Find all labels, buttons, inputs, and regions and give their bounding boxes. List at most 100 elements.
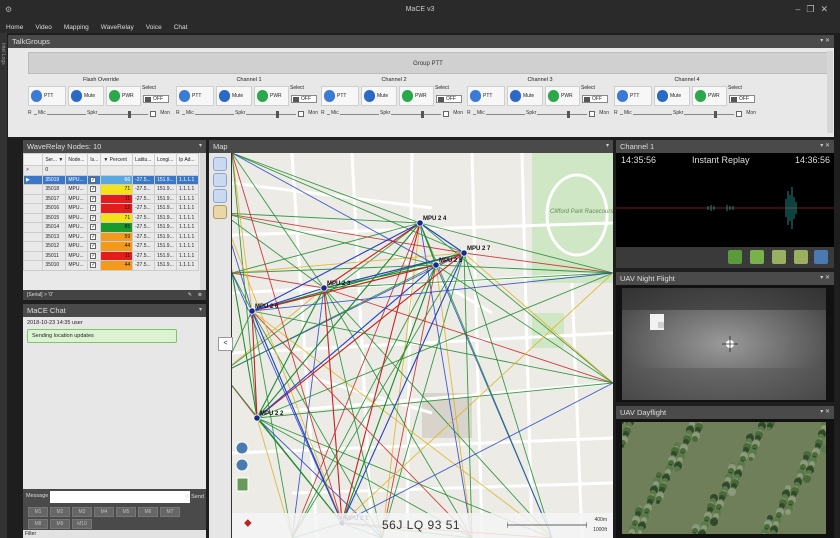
play-icon[interactable] [750, 250, 764, 264]
message-input[interactable] [50, 491, 190, 503]
filter-cell[interactable] [100, 165, 134, 176]
ptt-button[interactable]: PTT [321, 86, 359, 106]
power-button[interactable]: PWR [399, 86, 434, 106]
pin-close-icon[interactable]: ▾ ✕ [820, 140, 830, 153]
talkgroups-scrollbar[interactable] [827, 51, 833, 133]
menu-video[interactable]: Video [29, 22, 58, 33]
macro-button[interactable]: M9 [50, 519, 70, 529]
map-canvas[interactable]: Clifford Park Racecourse MPU 2 4 MPU 2 7 MP… [232, 153, 613, 538]
map-person-tool-icon[interactable] [213, 205, 227, 219]
table-row[interactable]: 35018 MPU... ✓ 71 -27.5... 151.9... 1.1.1.1 [22, 184, 199, 195]
table-row[interactable]: 35012 MPU... ✓ 44 -27.5... 151.9... 1.1.1.1 [22, 241, 199, 252]
volume-slider-thumb[interactable] [567, 111, 570, 118]
mon-checkbox[interactable] [736, 111, 742, 117]
column-header[interactable]: Longi... [154, 153, 178, 166]
restore-button[interactable]: ❐ [806, 4, 820, 14]
mute-button[interactable]: Mute [507, 86, 543, 106]
pin-icon[interactable]: ▾ [199, 304, 202, 317]
macro-button[interactable]: M10 [72, 519, 92, 529]
mon-checkbox[interactable] [298, 111, 304, 117]
map-layers-tool-icon[interactable] [213, 173, 227, 187]
table-row[interactable]: 35013 MPU... ✓ 59 -27.5... 151.9... 1.1.1.1 [22, 231, 199, 242]
select-off-switch[interactable]: OFF [143, 95, 169, 103]
macro-button[interactable]: M8 [28, 519, 48, 529]
send-button[interactable]: ✉ Send [185, 491, 204, 503]
table-row[interactable]: 35011 MPU... ✓ 11 -27.5... 151.9... 1.1.1.1 [22, 250, 199, 261]
power-button[interactable]: PWR [106, 86, 141, 106]
select-toggle[interactable]: Select OFF [142, 85, 172, 105]
ptt-button[interactable]: PTT [28, 86, 66, 106]
uav-night-video[interactable] [622, 288, 826, 400]
volume-slider-thumb[interactable] [128, 111, 131, 118]
select-off-switch[interactable]: OFF [729, 95, 755, 103]
is-checkbox-cell[interactable]: ✓ [87, 241, 102, 252]
pin-icon[interactable]: ▾ [606, 140, 609, 153]
filter-cell[interactable] [154, 165, 178, 176]
macro-button[interactable]: M3 [72, 507, 92, 517]
column-header[interactable]: Is... [87, 153, 102, 166]
is-checkbox-cell[interactable]: ✓ [87, 231, 102, 242]
menu-home[interactable]: Home [0, 22, 29, 33]
save-icon[interactable] [814, 250, 828, 264]
power-button[interactable]: PWR [254, 86, 289, 106]
volume-slider-thumb[interactable] [276, 111, 279, 118]
collapse-left-button[interactable]: < [218, 337, 233, 351]
node-table-scrollbar[interactable] [200, 153, 206, 290]
mon-checkbox[interactable] [150, 111, 156, 117]
group-ptt-button[interactable]: Group PTT [28, 52, 828, 74]
filter-cell[interactable] [87, 165, 102, 176]
menu-waverelay[interactable]: WaveRelay [95, 22, 140, 33]
menu-voice[interactable]: Voice [140, 22, 168, 33]
map-grid-tool-icon[interactable] [213, 189, 227, 203]
column-header[interactable]: Node... [65, 153, 89, 166]
is-checkbox-cell[interactable]: ✓ [87, 184, 102, 195]
filter-cell[interactable]: 0 [42, 165, 67, 176]
clear-filter-icon[interactable]: ⊗ [198, 290, 202, 300]
column-header[interactable]: Latitu... [132, 153, 156, 166]
macro-button[interactable]: M1 [28, 507, 48, 517]
select-toggle[interactable]: Select OFF [435, 85, 465, 105]
north-arrow-icon[interactable]: ⬥ [244, 517, 252, 530]
pin-close-icon[interactable]: ▾ ✕ [820, 272, 830, 285]
mute-button[interactable]: Mute [68, 86, 104, 106]
edit-filter-icon[interactable]: ✎ [188, 290, 192, 300]
stop-icon[interactable] [794, 250, 808, 264]
mon-checkbox[interactable] [443, 111, 449, 117]
table-row[interactable]: 35015 MPU... ✓ 71 -27.5... 151.9... 1.1.1.1 [22, 212, 199, 223]
uav-day-video[interactable] [622, 422, 826, 534]
macro-button[interactable]: M5 [116, 507, 136, 517]
select-off-switch[interactable]: OFF [582, 95, 608, 103]
volume-slider-thumb[interactable] [421, 111, 424, 118]
table-row[interactable]: 35017 MPU... ✓ 11 -27.5... 151.9... 1.1.1.1 [22, 193, 199, 204]
is-checkbox-cell[interactable]: ✓ [87, 193, 102, 204]
select-toggle[interactable]: Select OFF [290, 85, 320, 105]
volume-slider-thumb[interactable] [714, 111, 717, 118]
pin-icon[interactable]: ▾ [199, 140, 202, 153]
select-toggle[interactable]: Select OFF [728, 85, 758, 105]
select-off-switch[interactable]: OFF [291, 95, 317, 103]
table-row[interactable]: 35010 MPU... ✓ 44 -27.5... 151.9... 1.1.1.1 [22, 260, 199, 271]
macro-button[interactable]: M7 [160, 507, 180, 517]
ptt-button[interactable]: PTT [614, 86, 652, 106]
is-checkbox-cell[interactable]: ✓ [87, 212, 102, 223]
column-header[interactable]: Ip Ad... [176, 153, 199, 166]
table-row[interactable]: ▶ 35019 MPU... ✓ 66 -27.5... 151.9... 1.1.1.1 [22, 174, 199, 185]
macro-button[interactable]: M6 [138, 507, 158, 517]
column-header[interactable]: Ser... ▼ [42, 153, 67, 166]
close-button[interactable]: ✕ [820, 4, 834, 14]
macro-button[interactable]: M4 [94, 507, 114, 517]
mute-button[interactable]: Mute [654, 86, 690, 106]
pin-close-icon[interactable]: ▾ ✕ [820, 35, 830, 48]
replay-loop-icon[interactable] [728, 250, 742, 264]
filter-cell[interactable] [65, 165, 89, 176]
is-checkbox-cell[interactable]: ✓ [87, 260, 102, 271]
mute-button[interactable]: Mute [216, 86, 252, 106]
filter-cell[interactable] [176, 165, 199, 176]
is-checkbox-cell[interactable]: ✓ [87, 174, 102, 185]
is-checkbox-cell[interactable]: ✓ [87, 222, 102, 233]
menu-mapping[interactable]: Mapping [58, 22, 95, 33]
ptt-button[interactable]: PTT [467, 86, 505, 106]
macro-button[interactable]: M2 [50, 507, 70, 517]
filter-cell[interactable] [132, 165, 156, 176]
ptt-button[interactable]: PTT [176, 86, 214, 106]
